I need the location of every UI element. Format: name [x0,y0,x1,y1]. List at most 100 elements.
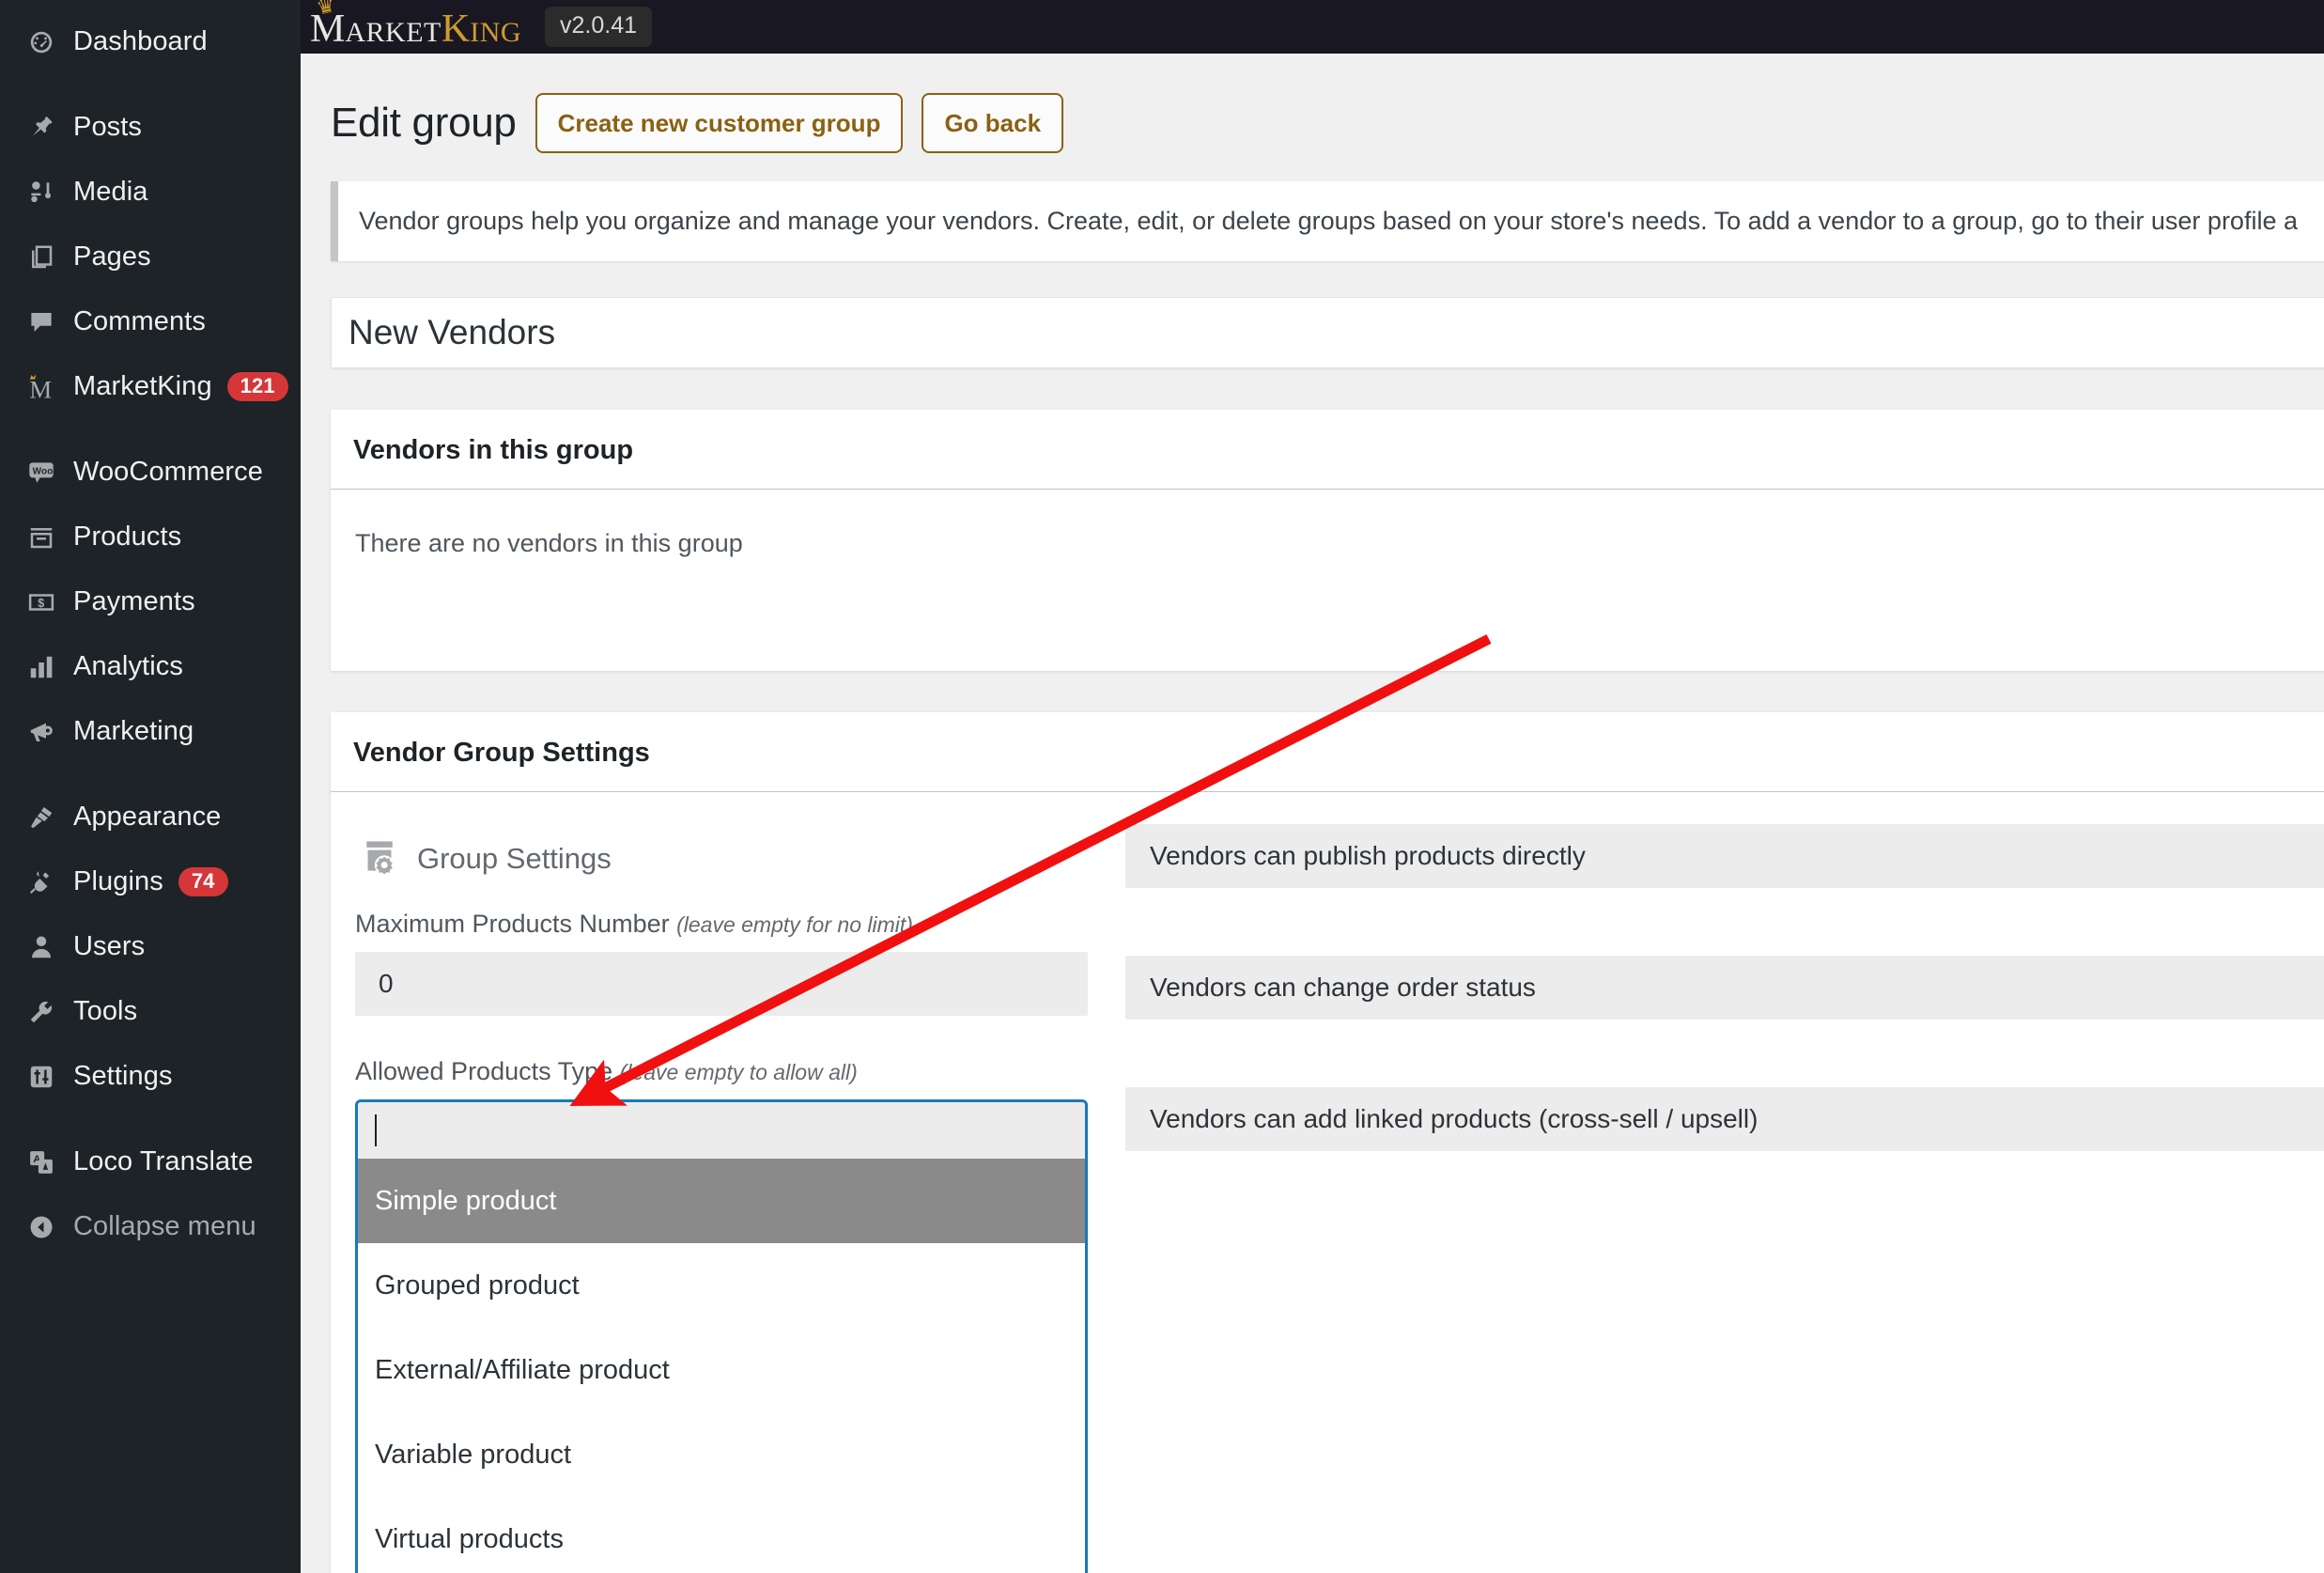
translate-icon: A [17,1148,66,1176]
permission-publish-products-directly[interactable]: Vendors can publish products directly [1125,824,2324,888]
dropdown-option-grouped-product[interactable]: Grouped product [358,1243,1085,1328]
dropdown-option-external-affiliate-product[interactable]: External/Affiliate product [358,1328,1085,1412]
logo-k: K [441,7,471,51]
text-cursor [375,1114,377,1146]
dashboard-icon [17,28,66,56]
sidebar-item-label: Analytics [73,651,183,681]
sidebar-item-tools[interactable]: Tools [0,979,301,1044]
crown-icon: ♛ [314,0,338,20]
sidebar-item-dashboard[interactable]: Dashboard [0,9,301,74]
max-products-value: 0 [379,969,394,998]
marketking-logo[interactable]: ♛ M ARKET K ING [310,0,522,51]
media-icon [17,179,66,207]
dropdown-option-simple-product[interactable]: Simple product [358,1159,1085,1243]
sidebar-item-label: Comments [73,306,206,336]
info-notice: Vendor groups help you organize and mana… [331,181,2324,261]
sidebar-item-marketking[interactable]: M MarketKing 121 [0,354,301,419]
sidebar-badge-marketking: 121 [226,372,288,401]
logo-ing: ING [470,16,522,48]
sidebar-item-label: Products [73,522,182,552]
max-products-hint: (leave empty for no limit) [676,912,913,937]
comment-icon [17,308,66,336]
sidebar-item-label: Pages [73,241,151,272]
vendor-group-settings-card: Vendor Group Settings Group Settings Max… [331,712,2324,1573]
collapse-arrow-icon [17,1213,66,1241]
group-name-value: New Vendors [349,313,556,351]
sidebar-item-loco-translate[interactable]: A Loco Translate [0,1129,301,1194]
sidebar-item-woocommerce[interactable]: Woo WooCommerce [0,440,301,505]
analytics-icon [17,653,66,681]
sidebar-item-users[interactable]: Users [0,914,301,979]
sidebar-item-label: Payments [73,586,195,616]
sidebar-item-label: Marketing [73,716,194,746]
sidebar-item-appearance[interactable]: Appearance [0,785,301,849]
logo-arket: ARKET [345,16,442,48]
svg-text:M: M [29,375,52,403]
sidebar-item-media[interactable]: Media [0,160,301,225]
sidebar-item-plugins[interactable]: Plugins 74 [0,849,301,914]
sidebar-divider [0,764,301,785]
sidebar-item-label: Plugins [73,866,163,896]
payments-icon: $ [17,588,66,616]
sidebar-item-label: Appearance [73,802,222,832]
sidebar-item-pages[interactable]: Pages [0,225,301,289]
sidebar-divider [0,74,301,95]
sidebar-item-posts[interactable]: Posts [0,95,301,160]
sidebar-item-label: Loco Translate [73,1146,254,1176]
sidebar-divider [0,1109,301,1129]
permission-change-order-status[interactable]: Vendors can change order status [1125,956,2324,1020]
wrench-icon [17,998,66,1026]
vendors-empty-message: There are no vendors in this group [355,529,743,557]
megaphone-icon [17,718,66,746]
version-badge: v2.0.41 [545,7,653,47]
svg-text:$: $ [38,597,44,610]
sidebar-item-label: Collapse menu [73,1211,256,1241]
create-new-customer-group-button[interactable]: Create new customer group [535,93,904,153]
sidebar-item-label: MarketKing [73,371,212,401]
allowed-types-label-text: Allowed Products Type [355,1057,613,1085]
sidebar-item-label: WooCommerce [73,457,264,487]
vendors-in-group-card: Vendors in this group There are no vendo… [331,410,2324,671]
sidebar-item-label: Settings [73,1061,173,1091]
sidebar-item-payments[interactable]: $ Payments [0,569,301,634]
marketking-topbar: ♛ M ARKET K ING v2.0.41 [301,0,2324,54]
settings-left-column: Group Settings Maximum Products Number (… [355,824,1088,1573]
page-content: Edit group Create new customer group Go … [301,54,2324,1573]
sidebar-item-label: Tools [73,996,138,1026]
allowed-types-field-block: Allowed Products Type (leave empty to al… [355,1057,1088,1573]
sidebar-item-analytics[interactable]: Analytics [0,634,301,699]
sidebar-divider [0,419,301,440]
settings-right-column: Vendors can publish products directly Ve… [1125,824,2324,1573]
settings-columns: Group Settings Maximum Products Number (… [331,792,2324,1573]
sidebar-item-marketing[interactable]: Marketing [0,699,301,764]
dropdown-option-virtual-products[interactable]: Virtual products [358,1497,1085,1573]
sidebar-item-comments[interactable]: Comments [0,289,301,354]
sidebar-item-label: Posts [73,112,143,142]
sidebar-item-label: Users [73,931,146,961]
max-products-input[interactable]: 0 [355,952,1088,1016]
sidebar-item-label: Media [73,177,148,207]
sidebar-item-settings[interactable]: Settings [0,1044,301,1109]
sliders-icon [17,1063,66,1091]
sidebar-item-products[interactable]: Products [0,505,301,569]
go-back-button[interactable]: Go back [922,93,1064,153]
page-header: Edit group Create new customer group Go … [331,54,2324,181]
sidebar-item-collapse-menu[interactable]: Collapse menu [0,1194,301,1259]
sidebar-badge-plugins: 74 [178,867,228,896]
marketking-crown-icon: M [17,371,66,403]
dropdown-option-variable-product[interactable]: Variable product [358,1412,1085,1497]
max-products-label-text: Maximum Products Number [355,910,670,938]
allowed-types-hint: (leave empty to allow all) [619,1060,858,1084]
allowed-types-search-input[interactable] [358,1102,1085,1159]
group-name-field[interactable]: New Vendors [331,297,2324,368]
admin-page: Dashboard Posts Media Pages Comments M M… [0,0,2324,1573]
plug-icon [17,868,66,896]
allowed-types-dropdown[interactable]: Simple product Grouped product External/… [355,1099,1088,1573]
allowed-types-label: Allowed Products Type (leave empty to al… [355,1057,1088,1086]
user-icon [17,933,66,961]
svg-text:Woo: Woo [33,466,54,476]
permission-add-linked-products[interactable]: Vendors can add linked products (cross-s… [1125,1087,2324,1151]
pages-icon [17,243,66,272]
settings-card-title: Vendor Group Settings [331,712,2324,792]
vendors-card-title: Vendors in this group [331,410,2324,490]
